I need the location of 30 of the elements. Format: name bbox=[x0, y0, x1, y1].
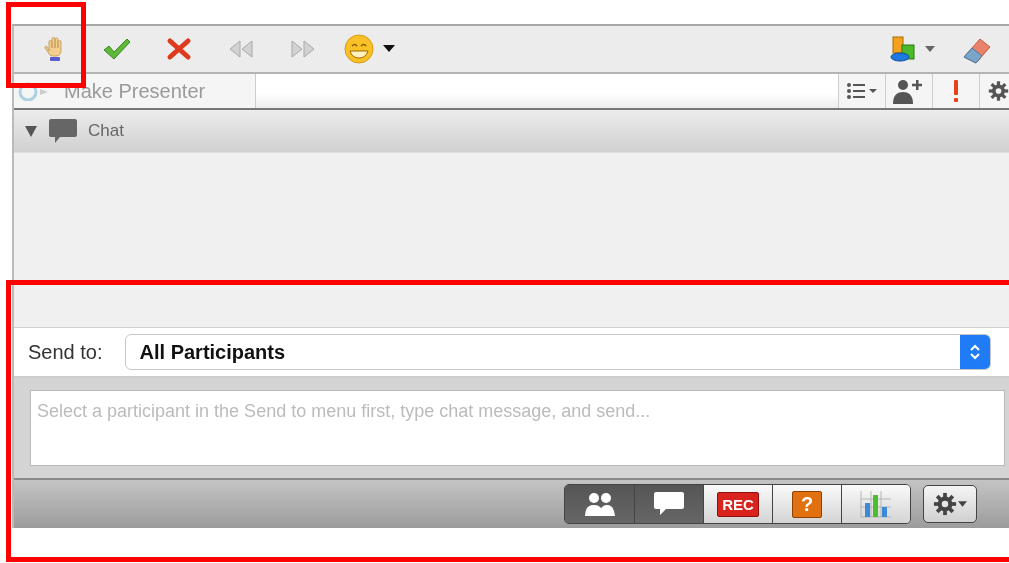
speech-bubble-icon bbox=[48, 118, 78, 144]
record-panel-tab[interactable]: REC bbox=[703, 485, 772, 523]
collapse-triangle-icon bbox=[24, 124, 38, 138]
chat-panel-header[interactable]: Chat bbox=[14, 110, 1009, 153]
poll-panel-tab[interactable] bbox=[841, 485, 910, 523]
stepper-icon bbox=[969, 343, 981, 361]
send-to-select[interactable]: All Participants bbox=[124, 334, 991, 370]
people-icon bbox=[584, 492, 615, 516]
bar-chart-icon bbox=[859, 489, 893, 519]
options-menu-button[interactable] bbox=[923, 485, 977, 523]
speech-bubble-icon bbox=[653, 491, 685, 517]
shapes-icon bbox=[889, 35, 917, 63]
chat-title: Chat bbox=[88, 121, 124, 141]
send-to-label: Send to: bbox=[28, 340, 103, 364]
settings-button[interactable] bbox=[979, 74, 1009, 108]
help-panel-tab[interactable]: ? bbox=[772, 485, 841, 523]
close-icon bbox=[166, 37, 192, 61]
chat-panel-tab[interactable] bbox=[634, 485, 703, 523]
participants-panel-tab[interactable] bbox=[565, 485, 634, 523]
fast-forward-icon bbox=[289, 39, 317, 59]
rewind-icon bbox=[227, 39, 255, 59]
caret-icon bbox=[958, 501, 967, 507]
caret-icon bbox=[383, 45, 395, 53]
chat-message-field[interactable]: Select a participant in the Send to menu first, type chat message, and send... bbox=[30, 390, 1005, 466]
smiley-icon bbox=[343, 33, 375, 65]
settings-icon bbox=[988, 78, 1009, 104]
checkmark-icon bbox=[102, 37, 132, 61]
list-icon bbox=[845, 81, 879, 101]
exclamation-icon bbox=[951, 79, 961, 103]
caret-icon bbox=[925, 46, 935, 52]
